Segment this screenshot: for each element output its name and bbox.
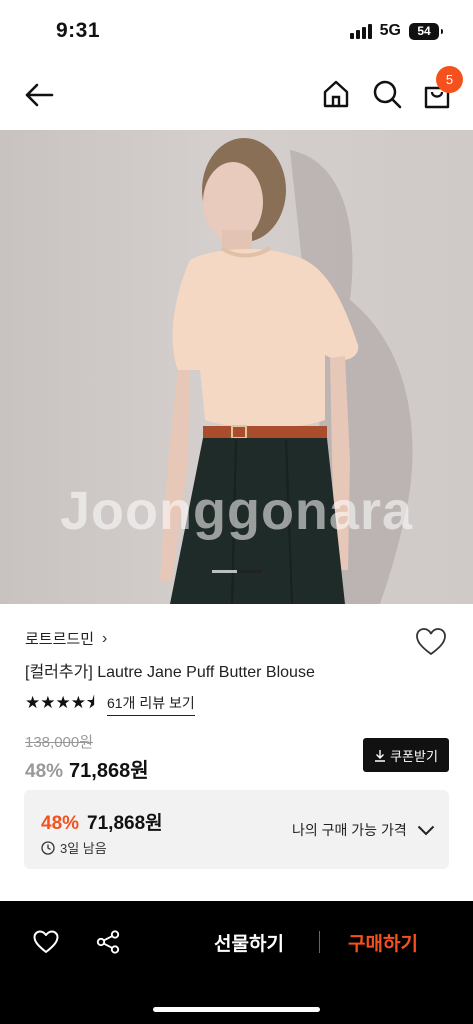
signal-icon — [349, 23, 372, 39]
status-bar: 9:31 5G 54 — [0, 0, 473, 62]
top-nav: 5 — [0, 62, 473, 130]
my-price-toggle[interactable]: 나의 구매 가능 가격 — [292, 820, 435, 840]
carousel-indicator — [212, 570, 262, 573]
heart-icon[interactable] — [33, 930, 59, 954]
my-price-row: 48% 71,868원 — [41, 808, 163, 835]
network-label: 5G — [379, 22, 401, 39]
sale-price: 71,868원 — [69, 760, 149, 782]
wishlist-heart-icon[interactable] — [415, 627, 447, 657]
clock-icon — [41, 840, 55, 855]
carousel-dot — [212, 570, 237, 573]
product-image[interactable]: Joonggonara — [0, 130, 473, 604]
bottom-action-bar: 선물하기 구매하기 — [0, 901, 473, 1024]
chevron-right-icon: › — [102, 629, 108, 647]
coupon-label: 쿠폰받기 — [390, 748, 438, 764]
my-price-label: 나의 구매 가능 가격 — [292, 822, 407, 838]
status-time: 9:31 — [56, 19, 101, 42]
buy-button[interactable]: 구매하기 — [348, 929, 418, 956]
status-indicators: 5G 54 — [349, 22, 443, 40]
search-icon[interactable] — [371, 78, 403, 110]
brand-name: 로트르드민 — [25, 631, 95, 648]
my-price-box[interactable]: 48% 71,868원 3일 남음 나의 구매 가능 가격 — [24, 790, 449, 869]
rating-stars: ★★★★⯨ — [25, 693, 95, 712]
review-link[interactable]: 61개 리뷰 보기 — [106, 693, 195, 716]
time-left-row: 3일 남음 — [41, 838, 107, 857]
chevron-down-icon — [417, 825, 434, 835]
coupon-button[interactable]: 쿠폰받기 — [363, 738, 449, 772]
original-price: 138,000원 — [25, 734, 94, 751]
rating-row: ★★★★⯨ 61개 리뷰 보기 — [25, 690, 195, 719]
battery-icon: 54 — [409, 22, 443, 40]
time-left: 3일 남음 — [60, 841, 107, 856]
product-title: [컬러추가] Lautre Jane Puff Butter Blouse — [25, 664, 315, 681]
divider — [319, 931, 320, 953]
my-price: 71,868원 — [87, 813, 163, 834]
home-icon[interactable] — [320, 78, 352, 110]
brand-link[interactable]: 로트르드민 › — [25, 628, 107, 649]
download-icon — [375, 749, 386, 762]
home-indicator — [153, 1007, 320, 1012]
sale-price-row: 48% 71,868원 — [25, 754, 149, 783]
discount-percent: 48% — [25, 761, 64, 782]
back-arrow-icon[interactable] — [22, 78, 56, 112]
gift-button[interactable]: 선물하기 — [214, 929, 284, 956]
my-discount-percent: 48% — [41, 813, 80, 834]
watermark: Joonggonara — [59, 481, 413, 541]
share-icon[interactable] — [96, 930, 120, 954]
cart-count-badge: 5 — [436, 66, 463, 93]
carousel-dot-active — [237, 570, 262, 573]
